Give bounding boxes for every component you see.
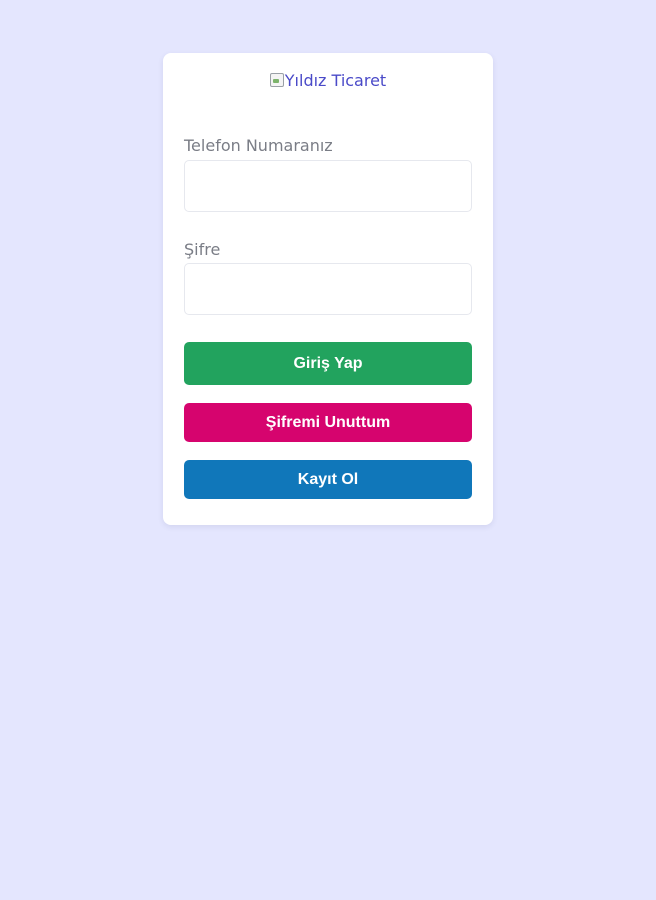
forgot-password-button[interactable]: Şifremi Unuttum: [184, 403, 472, 442]
password-label: Şifre: [184, 240, 221, 259]
logo-alt-text: Yıldız Ticaret: [284, 71, 387, 90]
login-card: Yıldız Ticaret Telefon Numaranız Şifre G…: [163, 53, 493, 525]
password-input[interactable]: [184, 263, 472, 315]
login-button[interactable]: Giriş Yap: [184, 342, 472, 385]
register-button[interactable]: Kayıt Ol: [184, 460, 472, 499]
phone-label: Telefon Numaranız: [184, 136, 333, 155]
broken-image-icon: [269, 73, 284, 87]
phone-input[interactable]: [184, 160, 472, 212]
logo-link[interactable]: Yıldız Ticaret: [163, 71, 493, 90]
